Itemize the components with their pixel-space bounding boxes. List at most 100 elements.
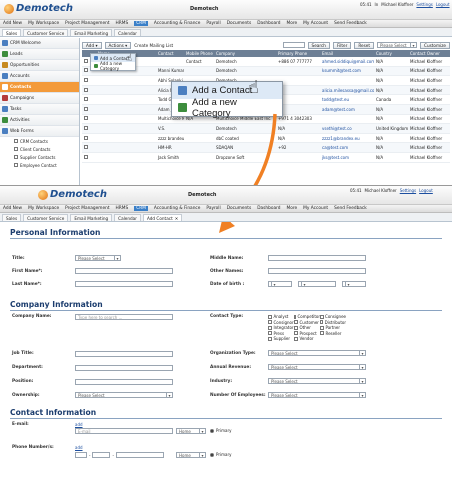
contact-type-option[interactable]: Prospect	[294, 331, 320, 336]
table-cell[interactable]: adam@test.com	[320, 107, 374, 112]
close-icon[interactable]: ✕	[175, 216, 179, 221]
form-menu-accounting[interactable]: Accounting & Finance	[154, 206, 201, 211]
sidebar-item-campaigns[interactable]: Campaigns	[0, 93, 79, 104]
contact-type-option[interactable]: Press	[268, 331, 294, 336]
first-name-field[interactable]	[75, 268, 173, 274]
tab-customer-service[interactable]: Customer Service	[23, 29, 69, 36]
form-settings-link[interactable]: Settings	[400, 188, 416, 193]
sidebar-item-leads[interactable]: Leads	[0, 49, 79, 60]
menu-more[interactable]: More	[287, 21, 298, 26]
form-menu-hrms[interactable]: HRMS	[116, 206, 129, 211]
last-name-field[interactable]	[75, 281, 173, 287]
email-field[interactable]: E-mail	[75, 428, 173, 434]
sidebar-item-accounts[interactable]: Accounts	[0, 71, 79, 82]
col-contact[interactable]: Contact	[156, 51, 184, 56]
menu-my-account[interactable]: My Account	[303, 21, 328, 26]
type-select[interactable]: Please Select	[377, 42, 418, 48]
sidebar-sub-employee-contact[interactable]: Employee Contact	[0, 161, 79, 169]
form-tab-customer-service[interactable]: Customer Service	[23, 214, 69, 221]
sidebar-item-web-forms[interactable]: Web Forms	[0, 126, 79, 137]
tab-calendar[interactable]: Calendar	[114, 29, 141, 36]
row-checkbox[interactable]	[84, 58, 88, 63]
form-menu-payroll[interactable]: Payroll	[206, 206, 220, 211]
tab-email-marketing[interactable]: Email Marketing	[70, 29, 113, 36]
col-owner[interactable]: Contact Owner	[408, 51, 450, 56]
contact-type-option[interactable]: Customer	[294, 320, 320, 325]
table-cell[interactable]: ca@test.com	[320, 145, 374, 150]
phone-add-link[interactable]: add	[75, 445, 83, 450]
table-cell[interactable]: todd@test.eu	[320, 97, 374, 102]
contact-type-option[interactable]: Distributor	[320, 320, 346, 325]
phone-country-field[interactable]	[75, 452, 87, 458]
form-add-new-menu[interactable]: Add New	[3, 206, 22, 211]
job-title-field[interactable]	[75, 351, 173, 357]
sidebar-item-opportunities[interactable]: Opportunities	[0, 60, 79, 71]
dob-year-select[interactable]	[342, 281, 366, 287]
form-menu-my-account[interactable]: My Account	[303, 206, 328, 211]
company-name-field[interactable]: Type here to search ...	[75, 314, 173, 320]
contact-type-option[interactable]: Consignor	[268, 320, 294, 325]
search-button[interactable]: Search	[307, 41, 330, 49]
col-primary-phone[interactable]: Primary Phone	[276, 51, 320, 56]
phone-primary[interactable]: Primary	[210, 452, 231, 457]
contact-type-option[interactable]: Integrator	[268, 325, 294, 330]
title-select[interactable]: Please Select	[75, 255, 121, 261]
create-mailing-list-link[interactable]: Create Mailing List	[134, 43, 173, 48]
contact-type-option[interactable]: Competitor	[294, 314, 320, 319]
col-mobile[interactable]: Mobile Phone	[184, 51, 214, 56]
menu-documents[interactable]: Documents	[227, 21, 252, 26]
sidebar-item-contacts[interactable]: Contacts	[0, 82, 79, 93]
menu-send-feedback[interactable]: Send Feedback	[334, 21, 367, 26]
form-menu-send-feedback[interactable]: Send Feedback	[334, 206, 367, 211]
table-cell[interactable]: jks@test.com	[320, 155, 374, 160]
form-logout-link[interactable]: Logout	[419, 188, 433, 193]
form-menu-more[interactable]: More	[287, 206, 298, 211]
sidebar-item-crm-welcome[interactable]: CRM Welcome	[0, 38, 79, 49]
department-field[interactable]	[75, 365, 173, 371]
row-checkbox[interactable]	[84, 154, 88, 159]
contact-type-option[interactable]: Partner	[320, 325, 346, 330]
phone-type-select[interactable]: Home	[176, 452, 206, 458]
form-menu-my-workspace[interactable]: My Workspace	[28, 206, 59, 211]
form-tab-calendar[interactable]: Calendar	[114, 214, 141, 221]
table-cell[interactable]: alicia.milesassa@gmail.com	[320, 88, 374, 93]
table-cell[interactable]: vsethi@test.co	[320, 126, 374, 131]
contact-type-option[interactable]: Other	[294, 325, 320, 330]
tab-sales[interactable]: Sales	[2, 29, 22, 36]
form-tab-sales[interactable]: Sales	[2, 214, 22, 221]
menu-payroll[interactable]: Payroll	[206, 21, 220, 26]
form-menu-dashboard[interactable]: Dashboard	[257, 206, 280, 211]
menu-accounting[interactable]: Accounting & Finance	[154, 21, 201, 26]
row-checkbox[interactable]	[84, 106, 88, 111]
industry-select[interactable]: Please Select	[268, 378, 366, 384]
row-checkbox[interactable]	[84, 97, 88, 102]
sidebar-sub-crm-contacts[interactable]: CRM Contacts	[0, 137, 79, 145]
email-add-link[interactable]: add	[75, 422, 83, 427]
employees-select[interactable]: Please Select	[268, 392, 366, 398]
form-tab-email-marketing[interactable]: Email Marketing	[70, 214, 113, 221]
other-names-field[interactable]	[268, 268, 366, 274]
logout-link[interactable]: Logout	[436, 2, 450, 7]
middle-name-field[interactable]	[268, 255, 366, 261]
menu-crm[interactable]: CRM	[134, 21, 148, 26]
form-tab-add-contact[interactable]: Add Contact ✕	[142, 214, 183, 221]
filter-button[interactable]: Filter	[332, 41, 352, 49]
annual-revenue-select[interactable]: Please Select	[268, 364, 366, 370]
row-checkbox[interactable]	[84, 145, 88, 150]
dob-month-select[interactable]	[298, 281, 336, 287]
email-primary[interactable]: Primary	[210, 428, 231, 433]
row-checkbox[interactable]	[84, 68, 88, 73]
row-checkbox[interactable]	[84, 125, 88, 130]
contact-type-option[interactable]: Vendor	[294, 336, 320, 341]
table-cell[interactable]: ahmed.siddiqui@mail.com	[320, 59, 374, 64]
form-menu-documents[interactable]: Documents	[227, 206, 252, 211]
dob-day-select[interactable]	[268, 281, 292, 287]
form-menu-project-management[interactable]: Project Management	[65, 206, 109, 211]
menu-my-workspace[interactable]: My Workspace	[28, 21, 59, 26]
contact-type-option[interactable]: Analyst	[268, 314, 294, 319]
email-type-select[interactable]: Home	[176, 428, 206, 434]
actions-button[interactable]: Actions ▾	[104, 41, 132, 49]
col-email[interactable]: Email	[320, 51, 374, 56]
ownership-select[interactable]: Please Select	[75, 392, 173, 398]
row-checkbox[interactable]	[84, 135, 88, 140]
